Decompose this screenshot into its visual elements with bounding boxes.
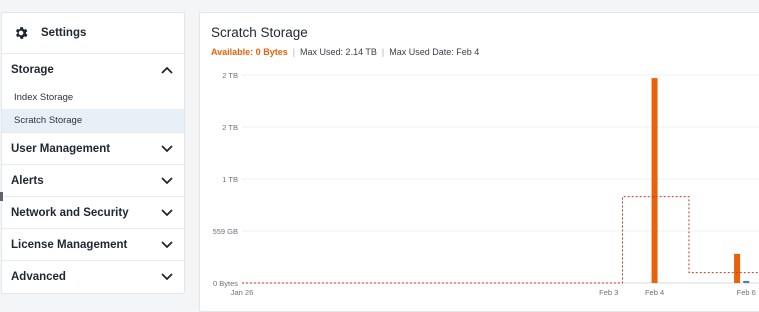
chevron-down-icon: [161, 144, 173, 152]
gear-icon: [15, 27, 28, 39]
page-title: Scratch Storage: [211, 25, 308, 40]
section-network-and-security[interactable]: Network and Security: [2, 197, 184, 229]
sidebar-title: Settings: [41, 27, 87, 39]
storage-stats: Available: 0 Bytes | Max Used: 2.14 TB | Max…: [211, 47, 479, 57]
sidebar-header: Settings: [2, 13, 184, 54]
storage-submenu: Index Storage Scratch Storage: [2, 86, 184, 133]
y-tick-label: 2 TB: [222, 71, 238, 80]
x-tick-label: Feb 6: [737, 288, 756, 297]
chevron-down-icon: [161, 240, 173, 248]
max-used-date-stat: Max Used Date: Feb 4: [389, 47, 480, 57]
usage-bar: [734, 253, 741, 283]
section-license-management-label: License Management: [11, 238, 128, 251]
section-alerts[interactable]: Alerts: [2, 165, 184, 197]
section-storage[interactable]: Storage: [2, 54, 184, 86]
section-license-management[interactable]: License Management: [2, 229, 184, 261]
stat-separator: |: [292, 47, 296, 57]
section-user-management-label: User Management: [11, 142, 111, 155]
y-tick-label: 559 GB: [213, 227, 238, 236]
storage-chart: 0 Bytes 559 GB 1 TB 2 TB 2 TB Jan 26 Feb 3 Feb …: [213, 71, 759, 297]
usage-bar: [651, 78, 658, 284]
scratch-storage-panel: Scratch Storage Available: 0 Bytes | Max U…: [199, 12, 759, 312]
stat-separator: |: [381, 47, 385, 57]
section-alerts-label: Alerts: [11, 174, 44, 187]
sidebar-item-scratch-storage[interactable]: Scratch Storage: [2, 109, 184, 132]
section-user-management[interactable]: User Management: [2, 133, 184, 165]
available-stat: Available: 0 Bytes: [211, 47, 288, 57]
chevron-up-icon: [161, 66, 173, 74]
usage-bar-small: [743, 280, 750, 283]
sidebar-item-index-storage[interactable]: Index Storage: [2, 86, 184, 109]
section-advanced-label: Advanced: [11, 271, 66, 283]
resize-handle[interactable]: [0, 192, 3, 201]
x-tick-label: Feb 3: [599, 288, 618, 297]
section-storage-label: Storage: [11, 64, 54, 76]
chevron-down-icon: [161, 176, 173, 184]
x-tick-label: Jan 26: [231, 288, 254, 297]
settings-sidebar: Settings Storage Index Storage Scratch S…: [1, 12, 185, 294]
y-tick-label: 0 Bytes: [213, 279, 238, 288]
y-tick-label: 1 TB: [222, 175, 238, 184]
section-advanced[interactable]: Advanced: [2, 261, 184, 293]
max-used-stat: Max Used: 2.14 TB: [300, 47, 377, 57]
chevron-down-icon: [161, 273, 173, 281]
x-tick-label: Feb 4: [645, 288, 664, 297]
section-network-and-security-label: Network and Security: [11, 206, 129, 219]
limit-line: [242, 196, 759, 284]
chevron-down-icon: [161, 208, 173, 216]
y-tick-label: 2 TB: [222, 123, 238, 132]
